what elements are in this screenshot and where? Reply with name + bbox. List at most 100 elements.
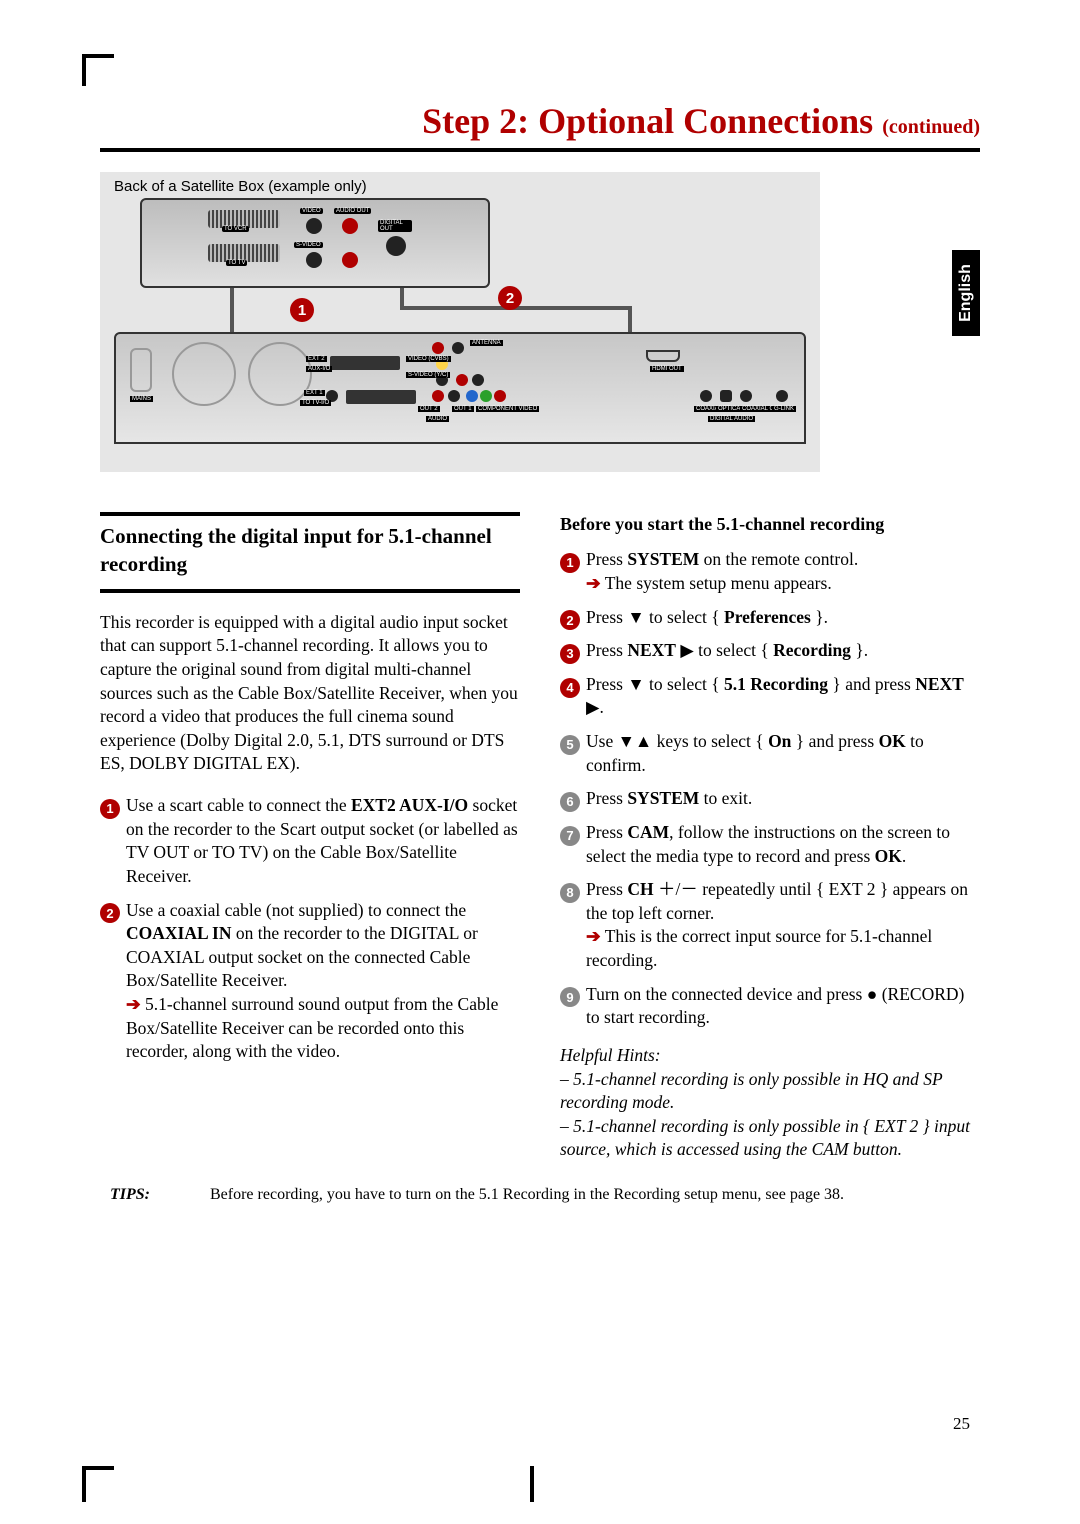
port-icon — [480, 390, 492, 402]
result-text: 5.1-channel surround sound output from t… — [126, 994, 498, 1061]
text: . — [599, 697, 603, 717]
tips-body: Before recording, you have to turn on th… — [210, 1186, 980, 1204]
port-icon — [448, 390, 460, 402]
tips-label: TIPS: — [100, 1186, 210, 1204]
step-number: 7 — [560, 821, 586, 868]
plus-icon: ＋ — [658, 879, 676, 899]
port-label: HDMI OUT — [650, 366, 684, 372]
step-number: 2 — [560, 606, 586, 630]
bold-text: EXT2 AUX-I/O — [351, 795, 468, 815]
up-icon: ▲ — [635, 731, 652, 751]
cable-line — [628, 306, 632, 332]
step-2: 2 Use a coaxial cable (not supplied) to … — [100, 899, 520, 1064]
step-r6: 6 Press SYSTEM to exit. — [560, 787, 980, 811]
port-icon — [306, 218, 322, 234]
step-body: Press ▼ to select { 5.1 Recording } and … — [586, 673, 980, 720]
text: Press — [586, 607, 627, 627]
step-body: Turn on the connected device and press ●… — [586, 983, 980, 1030]
fan-icon — [248, 342, 312, 406]
step-badge: 1 — [560, 553, 580, 573]
step-body: Use ▼▲ keys to select { On } and press O… — [586, 730, 980, 777]
text: to select { — [694, 640, 773, 660]
text: Turn on the connected device and press — [586, 984, 867, 1004]
satellite-box-illustration: VIDEO AUDIO OUT TO VCR TO TV S-VIDEO DIG… — [140, 198, 490, 288]
step-badge: 1 — [100, 799, 120, 819]
text: Use — [586, 731, 618, 751]
port-label: EXT 1 — [304, 390, 325, 396]
right-icon: ▶ — [586, 697, 599, 717]
text: } and press — [791, 731, 878, 751]
text: to select { — [645, 607, 724, 627]
port-label: TO TV-I/O — [300, 400, 331, 406]
text: Press — [586, 822, 627, 842]
port-label: MAINS — [130, 396, 153, 402]
port-label: EXT 2 — [306, 356, 327, 362]
port-label: TO TV — [226, 260, 247, 266]
step-badge: 9 — [560, 987, 580, 1007]
cable-line — [230, 288, 234, 332]
port-icon — [342, 252, 358, 268]
cable-line — [400, 288, 404, 306]
step-number: 1 — [560, 548, 586, 595]
step-badge: 6 — [560, 792, 580, 812]
port-icon — [700, 390, 712, 402]
step-r5: 5 Use ▼▲ keys to select { On } and press… — [560, 730, 980, 777]
step-body: Press SYSTEM to exit. — [586, 787, 752, 811]
bold-text: CH — [627, 879, 658, 899]
port-icon — [776, 390, 788, 402]
port-icon — [720, 390, 732, 402]
port-label: AUDIO OUT — [334, 208, 371, 214]
bold-text: Recording — [773, 640, 851, 660]
text: to select { — [645, 674, 724, 694]
tips-footer: TIPS: Before recording, you have to turn… — [100, 1186, 980, 1204]
bold-text: COAXIAL IN — [126, 923, 232, 943]
port-icon — [494, 390, 506, 402]
port-label: VIDEO (CVBS) — [406, 356, 451, 362]
step-badge: 4 — [560, 678, 580, 698]
callout-badge-1: 1 — [290, 298, 314, 322]
step-number: 6 — [560, 787, 586, 811]
result-arrow-icon: ➔ — [126, 994, 141, 1014]
text: Use a coaxial cable (not supplied) to co… — [126, 900, 466, 920]
text: } and press — [828, 674, 915, 694]
port-label: OUT 1 — [452, 406, 474, 412]
connection-diagram: Back of a Satellite Box (example only) V… — [100, 172, 820, 472]
hdmi-port-icon — [646, 350, 680, 362]
step-r3: 3 Press NEXT ▶ to select { Recording }. — [560, 639, 980, 663]
text: Press — [586, 640, 627, 660]
bold-text: SYSTEM — [627, 549, 699, 569]
page-title-continued: (continued) — [882, 116, 980, 138]
port-icon — [472, 374, 484, 386]
text: Press — [586, 879, 627, 899]
port-label: S-VIDEO — [294, 242, 323, 248]
crop-mark — [82, 1466, 86, 1502]
port-icon — [432, 342, 444, 354]
step-body: Press CAM, follow the instructions on th… — [586, 821, 980, 868]
bold-text: NEXT — [915, 674, 964, 694]
step-badge: 7 — [560, 826, 580, 846]
mains-socket-icon — [130, 348, 152, 392]
step-number: 3 — [560, 639, 586, 663]
scart-port-icon — [330, 356, 400, 370]
page-number: 25 — [953, 1414, 970, 1434]
step-body: Press SYSTEM on the remote control. ➔ Th… — [586, 548, 858, 595]
port-icon — [466, 390, 478, 402]
result-arrow-icon: ➔ — [586, 926, 601, 946]
port-icon — [456, 374, 468, 386]
step-r7: 7 Press CAM, follow the instructions on … — [560, 821, 980, 868]
left-column: Connecting the digital input for 5.1-cha… — [100, 512, 520, 1162]
step-number: 1 — [100, 794, 126, 889]
step-1: 1 Use a scart cable to connect the EXT2 … — [100, 794, 520, 889]
hints-heading: Helpful Hints: — [560, 1044, 980, 1068]
port-label: DIGITAL AUDIO — [708, 416, 755, 422]
port-icon — [740, 390, 752, 402]
result-arrow-icon: ➔ — [586, 573, 601, 593]
bold-text: 5.1 Recording — [724, 674, 828, 694]
port-label: OUT 2 — [418, 406, 440, 412]
step-number: 2 — [100, 899, 126, 1064]
text: Press — [586, 674, 627, 694]
fan-icon — [172, 342, 236, 406]
right-icon: ▶ — [680, 640, 693, 660]
step-body: Use a coaxial cable (not supplied) to co… — [126, 899, 520, 1064]
text: Press — [586, 788, 627, 808]
